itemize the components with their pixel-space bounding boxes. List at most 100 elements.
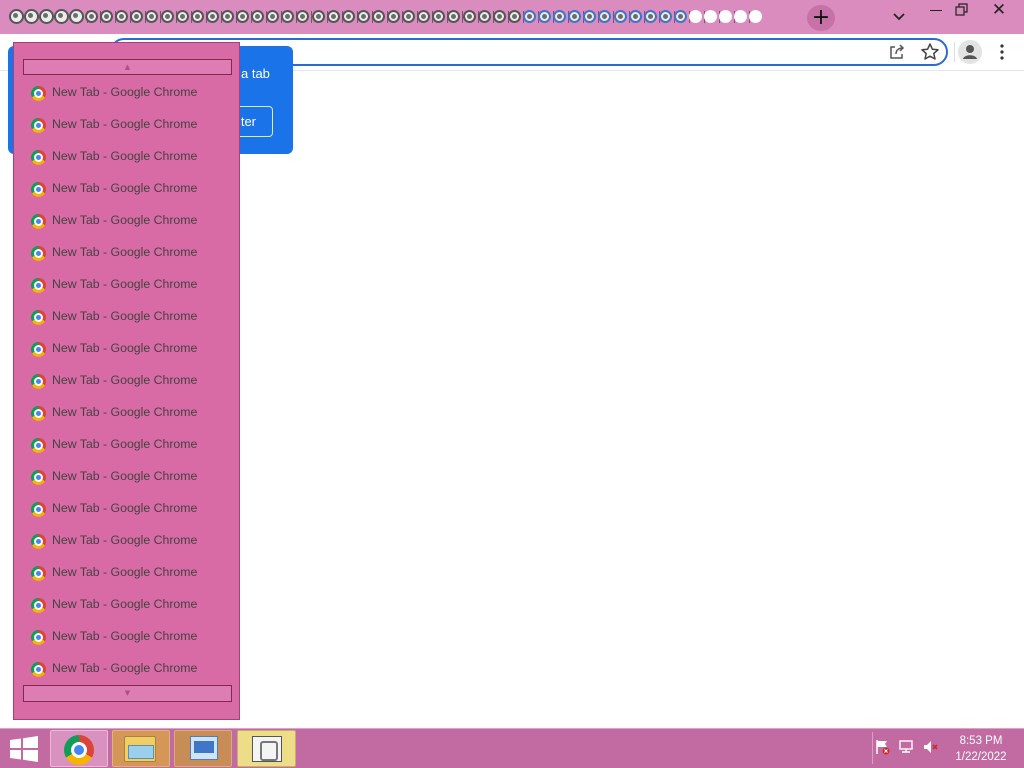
chrome-icon [31,342,46,357]
chrome-icon [31,246,46,261]
tab-list-item[interactable]: New Tab - Google Chrome [28,301,228,333]
tab-favicon[interactable] [54,9,69,24]
share-icon[interactable] [888,43,906,61]
tab-list-item[interactable]: New Tab - Google Chrome [28,653,228,685]
star-icon[interactable] [920,42,940,62]
tab-list-item-label: New Tab - Google Chrome [52,117,198,131]
chrome-icon [64,735,94,765]
tab-favicon[interactable] [341,10,355,23]
tab-list-item[interactable]: New Tab - Google Chrome [28,429,228,461]
tab-list-item-label: New Tab - Google Chrome [52,277,198,291]
new-tab-button[interactable]: + [807,5,835,31]
tab-favicon[interactable] [205,10,219,23]
tab-favicon[interactable] [553,10,567,23]
scroll-down-button[interactable]: ▼ [23,685,232,702]
tab-list-dropdown: ▲ New Tab - Google Chrome New Tab - Googl… [13,42,240,720]
tab-list-item[interactable]: New Tab - Google Chrome [28,525,228,557]
chrome-icon [31,406,46,421]
tab-favicon[interactable] [175,10,189,23]
tab-favicon[interactable] [356,10,370,23]
minimize-icon[interactable] [930,10,942,11]
tab-list-item[interactable]: New Tab - Google Chrome [28,173,228,205]
tab-list-item[interactable]: New Tab - Google Chrome [28,557,228,589]
tab-list-item[interactable]: New Tab - Google Chrome [28,621,228,653]
promo-bubble-text: a tab [241,66,270,81]
chrome-icon [31,470,46,485]
tab-list-item-label: New Tab - Google Chrome [52,85,198,99]
tab-list-item[interactable]: New Tab - Google Chrome [28,269,228,301]
clock-time: 8:53 PM [959,735,1003,747]
network-icon[interactable] [898,739,915,755]
tab-list-item[interactable]: New Tab - Google Chrome [28,493,228,525]
tab-list-item[interactable]: New Tab - Google Chrome [28,109,228,141]
tab-favicon[interactable] [220,10,234,23]
chrome-icon [31,86,46,101]
tab-list-item[interactable]: New Tab - Google Chrome [28,589,228,621]
tab-list-item-label: New Tab - Google Chrome [52,309,198,323]
restore-icon[interactable] [955,3,969,17]
profile-icon[interactable] [958,40,982,64]
tab-list-item[interactable]: New Tab - Google Chrome [28,141,228,173]
system-clock[interactable]: 8:53 PM 1/22/2022 [944,733,1018,765]
close-icon[interactable]: ✕ [988,0,1010,20]
tab-list-item-label: New Tab - Google Chrome [52,661,198,675]
tab-favicon[interactable] [387,10,400,23]
tab-favicon[interactable] [85,10,98,23]
tab-favicon[interactable] [704,10,718,23]
tab-list-item[interactable]: New Tab - Google Chrome [28,461,228,493]
tab-list-item[interactable]: New Tab - Google Chrome [28,77,228,109]
volume-muted-icon[interactable] [922,739,939,755]
tab-favicon[interactable] [69,9,84,24]
tab-favicon[interactable] [160,10,174,23]
chrome-icon [31,310,46,325]
tab-favicon[interactable] [311,10,325,23]
tab-list-item[interactable]: New Tab - Google Chrome [28,397,228,429]
chevron-down-icon[interactable] [890,8,908,26]
tab-favicon[interactable] [673,10,687,23]
tab-list-item[interactable]: New Tab - Google Chrome [28,237,228,269]
tab-list-item-label: New Tab - Google Chrome [52,597,198,611]
tab-favicon[interactable] [371,10,385,23]
tab-favicon[interactable] [402,10,416,23]
tab-list-item-label: New Tab - Google Chrome [52,341,198,355]
tab-list-item-label: New Tab - Google Chrome [52,405,198,419]
tab-list-item-label: New Tab - Google Chrome [52,501,198,515]
windows-logo-icon[interactable] [9,736,39,762]
chrome-icon [31,214,46,229]
tab-favicon[interactable] [613,10,627,23]
tab-list-item-label: New Tab - Google Chrome [52,149,198,163]
tab-favicon[interactable] [689,10,702,23]
tab-list-item-label: New Tab - Google Chrome [52,373,198,387]
tab-favicon[interactable] [236,10,249,23]
tab-list-item[interactable]: New Tab - Google Chrome [28,333,228,365]
tab-favicon[interactable] [522,10,536,23]
tab-favicon[interactable] [628,10,642,23]
scroll-up-button[interactable]: ▲ [23,59,232,75]
action-center-flag-icon[interactable] [874,739,891,755]
tab-list-item-label: New Tab - Google Chrome [52,533,198,547]
tab-favicon[interactable] [538,10,551,23]
tab-favicon[interactable] [251,10,265,23]
tab-favicon[interactable] [24,9,39,24]
tab-favicon[interactable] [643,10,657,23]
tab-favicon[interactable] [39,9,54,24]
file-explorer-icon [124,736,156,762]
tab-favicon[interactable] [477,10,491,23]
tab-list-item[interactable]: New Tab - Google Chrome [28,205,228,237]
tab-favicon[interactable] [492,10,506,23]
tab-list-item[interactable]: New Tab - Google Chrome [28,365,228,397]
tab-favicon[interactable] [658,10,672,23]
tab-list-item-label: New Tab - Google Chrome [52,437,198,451]
tab-list-item-label: New Tab - Google Chrome [52,213,198,227]
tab-favicon[interactable] [462,10,476,23]
tab-list-item-label: New Tab - Google Chrome [52,469,198,483]
tab-favicon[interactable] [507,10,521,23]
menu-icon[interactable] [1000,44,1004,60]
tab-list-item-label: New Tab - Google Chrome [52,181,198,195]
tab-favicon[interactable] [190,10,204,23]
chrome-icon [31,150,46,165]
chrome-icon [31,662,46,677]
tab-favicon[interactable] [326,10,340,23]
tab-favicon[interactable] [9,9,24,24]
tab-favicon[interactable] [100,10,114,23]
